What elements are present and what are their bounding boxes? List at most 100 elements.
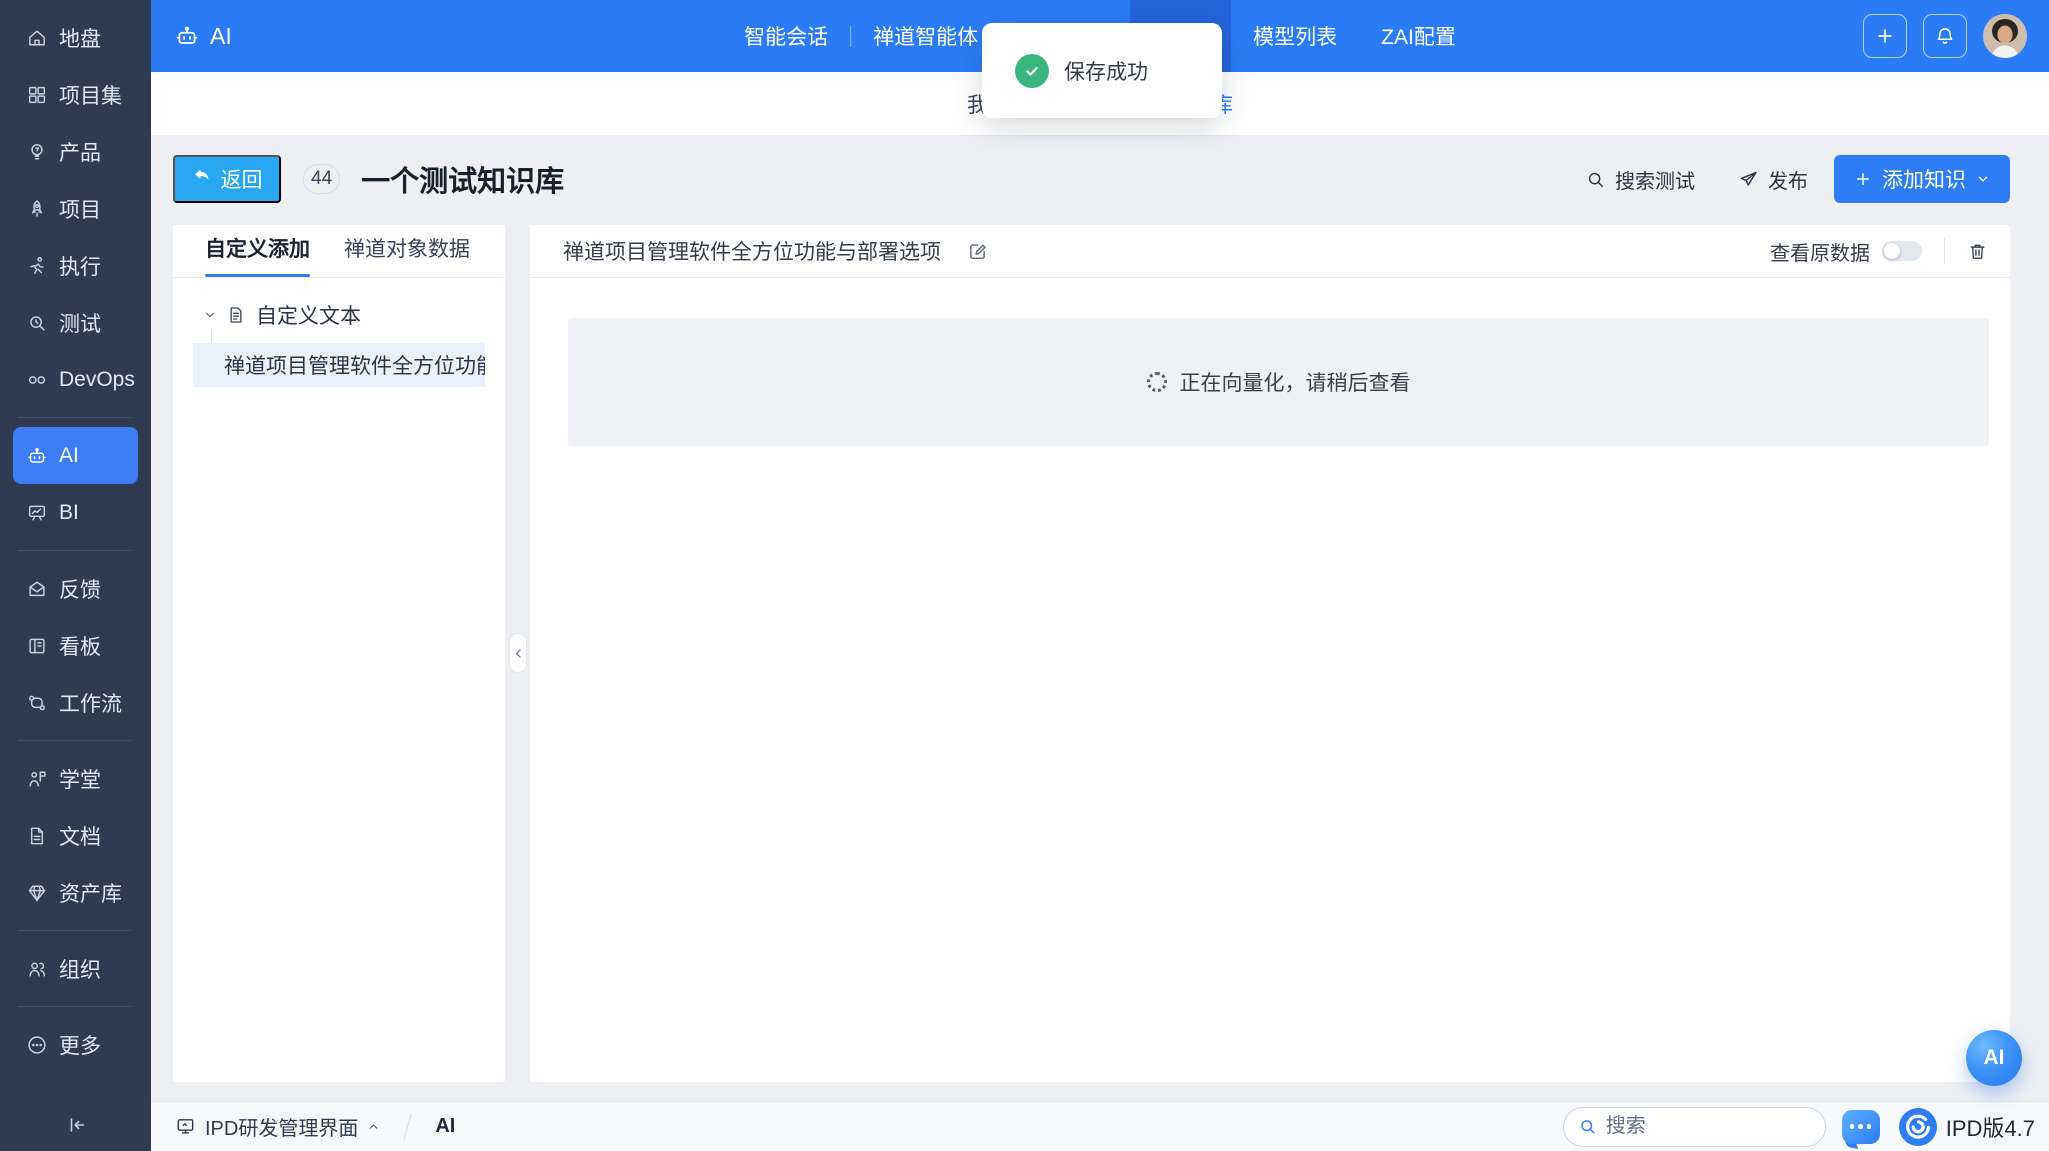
tools-divider [1944, 238, 1945, 264]
toast-message: 保存成功 [1064, 56, 1148, 86]
sidebar-item-label: 项目 [59, 194, 101, 224]
sidebar-item-more[interactable]: 更多 [13, 1016, 138, 1073]
sidebar-item-product[interactable]: 产品 [13, 123, 138, 180]
sidebar-item-program[interactable]: 项目集 [13, 66, 138, 123]
sidebar-item-label: 资产库 [59, 878, 122, 908]
assets-gem-icon [26, 882, 48, 904]
global-search[interactable] [1563, 1107, 1826, 1147]
back-label: 返回 [221, 164, 263, 194]
sidebar-item-devops[interactable]: DevOps [13, 351, 138, 408]
chevron-up-icon [367, 1120, 380, 1133]
breadcrumb-separator [404, 1114, 412, 1139]
search-icon [1578, 1117, 1597, 1136]
sidebar-item-label: 执行 [59, 251, 101, 281]
vectorizing-message: 正在向量化，请稍后查看 [1180, 367, 1411, 397]
create-button[interactable] [1863, 14, 1907, 58]
home-icon [26, 27, 48, 49]
tab-zentao-object-data[interactable]: 禅道对象数据 [344, 233, 470, 277]
doc-page-icon [26, 825, 48, 847]
project-rocket-icon [26, 198, 48, 220]
nav-item-zai-config[interactable]: ZAI配置 [1359, 0, 1478, 72]
workspace-switcher[interactable]: IPD研发管理界面 [175, 1112, 380, 1141]
avatar-image [1983, 14, 2027, 58]
panel-collapse-handle[interactable] [509, 633, 527, 673]
user-avatar[interactable] [1983, 14, 2027, 58]
sidebar-item-feedback[interactable]: 反馈 [13, 560, 138, 617]
success-check-icon [1015, 54, 1049, 88]
message-bubble-icon[interactable] [1842, 1110, 1880, 1144]
paper-plane-icon [1738, 169, 1759, 190]
sidebar-item-dashboard[interactable]: 地盘 [13, 9, 138, 66]
sidebar-item-assets[interactable]: 资产库 [13, 864, 138, 921]
sidebar-item-label: 产品 [59, 137, 101, 167]
tree-item-selected[interactable]: 禅道项目管理软件全方位功能 [193, 343, 485, 387]
search-test-button[interactable]: 搜索测试 [1585, 165, 1695, 194]
content-area: 返回 44 一个测试知识库 搜索测试 发布 添加知识 [151, 136, 2049, 1101]
sidebar-item-org[interactable]: 组织 [13, 940, 138, 997]
tab-custom-add[interactable]: 自定义添加 [205, 233, 310, 277]
nav-item-agents[interactable]: 禅道智能体 [851, 0, 1000, 72]
kb-id-badge: 44 [303, 164, 340, 194]
sidebar-item-execution[interactable]: 执行 [13, 237, 138, 294]
ai-robot-icon [174, 23, 200, 49]
chevron-down-icon [1976, 172, 1990, 186]
bi-board-icon [26, 502, 48, 524]
kanban-board-icon [26, 635, 48, 657]
search-icon [1585, 169, 1606, 190]
nav-item-model-list[interactable]: 模型列表 [1231, 0, 1359, 72]
ai-assistant-label: AI [1984, 1046, 2005, 1070]
sidebar-item-qa[interactable]: 测试 [13, 294, 138, 351]
devops-infinity-icon [26, 369, 48, 391]
sidebar-item-label: 反馈 [59, 574, 101, 604]
add-knowledge-button[interactable]: 添加知识 [1834, 155, 2010, 203]
sidebar-item-label: 工作流 [59, 688, 122, 718]
search-test-label: 搜索测试 [1615, 165, 1695, 194]
publish-button[interactable]: 发布 [1738, 165, 1808, 194]
view-raw-toggle[interactable] [1882, 241, 1922, 261]
back-arrow-icon [192, 166, 212, 192]
publish-label: 发布 [1768, 165, 1808, 194]
ai-assistant-float-button[interactable]: AI [1966, 1030, 2022, 1086]
app-brand[interactable]: AI [151, 23, 232, 50]
source-tree: 自定义文本 禅道项目管理软件全方位功能 [173, 278, 505, 387]
sidebar-item-doc[interactable]: 文档 [13, 807, 138, 864]
plus-icon [1874, 25, 1896, 47]
plus-icon [1854, 170, 1872, 188]
delete-button[interactable] [1967, 241, 1988, 262]
kb-header-row: 返回 44 一个测试知识库 搜索测试 发布 添加知识 [173, 155, 2010, 203]
sidebar-item-tutoring[interactable]: 学堂 [13, 750, 138, 807]
tutoring-icon [26, 768, 48, 790]
chevron-left-icon [512, 647, 525, 660]
top-nav-controls [1863, 14, 2027, 58]
sidebar-item-bi[interactable]: BI [13, 484, 138, 541]
tree-group-custom-text[interactable]: 自定义文本 [173, 300, 505, 330]
edit-icon[interactable] [967, 241, 988, 262]
view-raw-label: 查看原数据 [1770, 237, 1870, 266]
sidebar-item-project[interactable]: 项目 [13, 180, 138, 237]
current-app-label: AI [435, 1115, 455, 1138]
collapse-icon [64, 1113, 88, 1137]
notification-button[interactable] [1923, 14, 1967, 58]
tree-connector [211, 330, 212, 343]
search-input[interactable] [1606, 1115, 1813, 1138]
tree-group-label: 自定义文本 [256, 300, 361, 330]
page-title: 一个测试知识库 [361, 158, 564, 200]
save-success-toast: 保存成功 [982, 23, 1222, 118]
document-title: 禅道项目管理软件全方位功能与部署选项 [563, 236, 941, 266]
sidebar-item-kanban[interactable]: 看板 [13, 617, 138, 674]
document-tools: 查看原数据 [1770, 237, 1988, 266]
nav-item-chat[interactable]: 智能会话 [722, 0, 850, 72]
vectorizing-status-box: 正在向量化，请稍后查看 [568, 318, 1989, 446]
zentao-logo-icon[interactable] [1899, 1108, 1937, 1146]
back-button[interactable]: 返回 [173, 155, 281, 203]
sidebar-item-label: 测试 [59, 308, 101, 338]
brand-label: AI [210, 23, 232, 50]
chevron-down-icon[interactable] [204, 309, 216, 321]
sidebar-item-ai[interactable]: AI [13, 427, 138, 484]
execution-runner-icon [26, 255, 48, 277]
sidebar-item-label: 学堂 [59, 764, 101, 794]
doc-page-icon [226, 305, 246, 325]
workspace-label: IPD研发管理界面 [205, 1112, 358, 1141]
sidebar-item-workflow[interactable]: 工作流 [13, 674, 138, 731]
sidebar-collapse-button[interactable] [0, 1113, 151, 1137]
